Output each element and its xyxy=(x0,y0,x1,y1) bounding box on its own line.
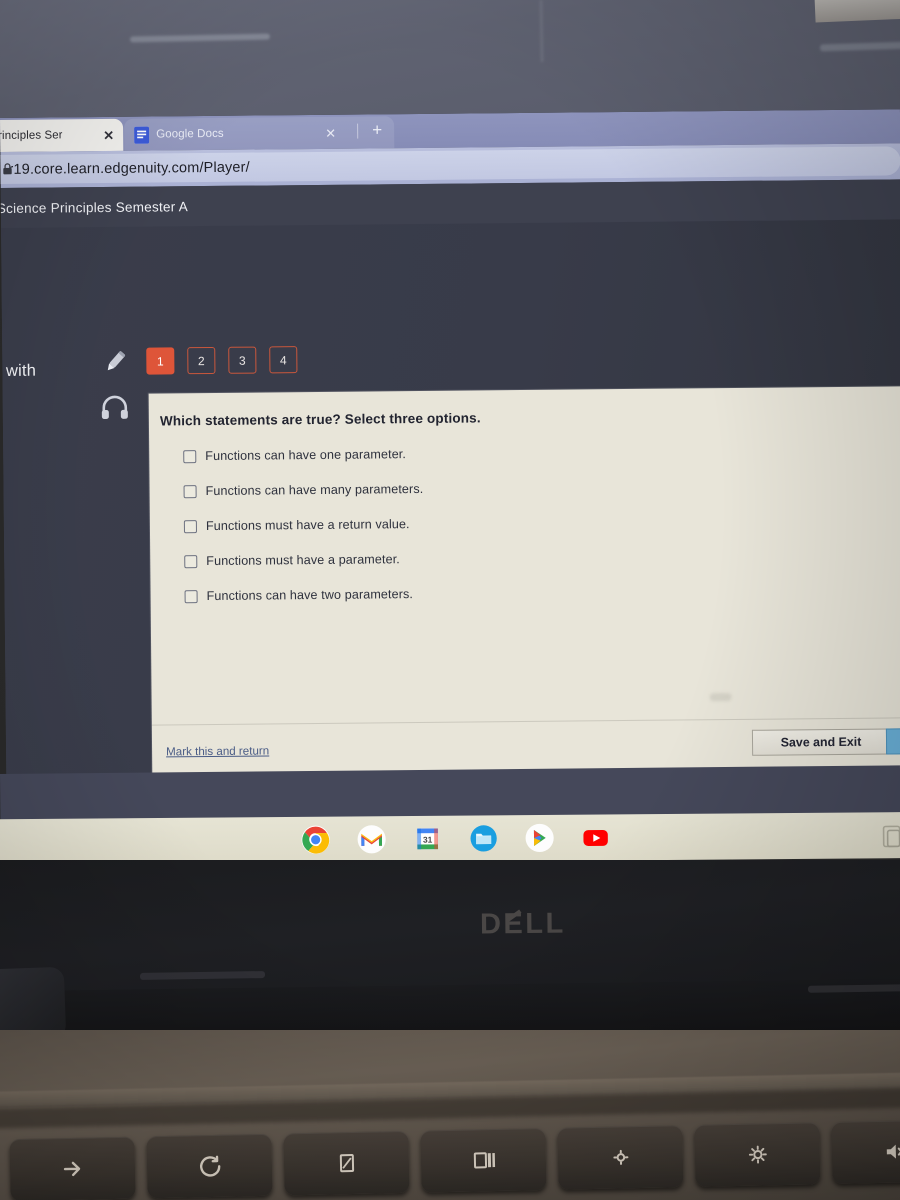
new-tab-button[interactable]: + xyxy=(368,120,386,139)
chrome-icon[interactable] xyxy=(301,825,331,855)
chromeos-shelf: 31 xyxy=(0,811,900,866)
google-play-icon[interactable] xyxy=(525,823,555,853)
answer-option-label: Functions must have a return value. xyxy=(205,517,410,534)
reload-key[interactable] xyxy=(146,1133,273,1199)
forward-key[interactable] xyxy=(9,1136,136,1200)
browser-tab-active[interactable]: nce Principles Ser ✕ xyxy=(0,118,124,153)
fullscreen-key[interactable] xyxy=(283,1130,410,1196)
answer-option-label: Functions can have one parameter. xyxy=(205,447,407,464)
refresh-icon xyxy=(199,1155,220,1177)
brightness-up-icon xyxy=(748,1145,767,1164)
page-title: Science Principles Semester A xyxy=(0,198,189,216)
answer-option[interactable]: Functions can have two parameters. xyxy=(184,578,900,607)
headphones-tool-icon[interactable] xyxy=(101,394,129,420)
tab-separator xyxy=(357,123,359,139)
answer-option-label: Functions can have two parameters. xyxy=(206,587,414,604)
answer-option[interactable]: Functions can have one parameter. xyxy=(183,438,900,467)
chromeos-shelf-area: 31 xyxy=(0,765,900,866)
background-surface xyxy=(0,0,900,121)
address-bar-url: r19.core.learn.edgenuity.com/Player/ xyxy=(8,159,250,178)
google-docs-icon xyxy=(134,126,150,144)
surface-highlight-right xyxy=(819,41,900,52)
gmail-icon[interactable] xyxy=(357,824,387,854)
checkbox-icon[interactable] xyxy=(184,554,198,568)
answer-option[interactable]: Functions must have a parameter. xyxy=(184,543,900,572)
answer-option[interactable]: Functions must have a return value. xyxy=(183,508,900,537)
address-bar[interactable]: r19.core.learn.edgenuity.com/Player/ xyxy=(0,146,900,185)
google-calendar-icon[interactable]: 31 xyxy=(413,824,443,854)
brightness-up-key[interactable] xyxy=(694,1122,821,1187)
browser-tab-google-docs[interactable]: Google Docs ✕ xyxy=(124,116,395,151)
mute-icon xyxy=(886,1144,900,1159)
mark-this-and-return-link[interactable]: Mark this and return xyxy=(166,744,269,758)
laptop-photo: nce Principles Ser ✕ Google Docs ✕ + r19… xyxy=(0,0,900,1200)
overview-key[interactable] xyxy=(420,1127,547,1193)
dell-logo-ll: LL xyxy=(525,907,566,940)
tab-title: nce Principles Ser xyxy=(0,129,63,143)
overview-windows-icon xyxy=(473,1152,495,1169)
close-icon[interactable]: ✕ xyxy=(325,126,336,141)
answer-option-label: Functions can have many parameters. xyxy=(205,481,424,499)
brightness-down-icon xyxy=(612,1149,628,1165)
tab-title: Google Docs xyxy=(156,127,224,141)
checkbox-icon[interactable] xyxy=(184,589,198,603)
lesson-subtitle: de with xyxy=(0,361,37,381)
surface-seam xyxy=(539,0,544,63)
dell-logo-d: D xyxy=(479,908,504,941)
question-panel: Which statements are true? Select three … xyxy=(148,386,900,778)
svg-text:31: 31 xyxy=(423,835,433,845)
checkbox-icon[interactable] xyxy=(183,484,197,498)
answer-option[interactable]: Functions can have many parameters. xyxy=(183,473,900,502)
app-body: de with 1 2 3 4 xyxy=(0,219,900,778)
pencil-tool-icon[interactable] xyxy=(100,346,130,376)
surface-highlight xyxy=(129,33,271,43)
answer-option-label: Functions must have a parameter. xyxy=(206,552,400,569)
answer-options: Functions can have one parameter. Functi… xyxy=(183,438,900,607)
lock-icon xyxy=(3,163,12,175)
youtube-icon[interactable] xyxy=(581,822,611,852)
fullscreen-icon xyxy=(339,1154,354,1173)
question-navigation: 1 2 3 4 xyxy=(146,346,298,375)
dell-logo-e: E xyxy=(503,907,526,941)
laptop-screen: nce Principles Ser ✕ Google Docs ✕ + r19… xyxy=(0,109,900,778)
question-nav-3[interactable]: 3 xyxy=(228,346,257,374)
checkbox-icon[interactable] xyxy=(183,519,197,533)
hinge-vent-right xyxy=(807,984,900,993)
arrow-right-icon xyxy=(63,1161,80,1177)
save-and-exit-button[interactable]: Save and Exit xyxy=(751,728,891,756)
next-button[interactable] xyxy=(885,727,900,755)
checkbox-icon[interactable] xyxy=(183,449,197,463)
partial-app-icon[interactable] xyxy=(881,823,900,849)
question-nav-4[interactable]: 4 xyxy=(269,346,298,374)
brightness-down-key[interactable] xyxy=(557,1125,684,1190)
screen-smudge xyxy=(709,693,732,702)
mute-key[interactable] xyxy=(831,1119,900,1184)
question-prompt: Which statements are true? Select three … xyxy=(159,410,481,429)
files-folder-icon[interactable] xyxy=(469,823,499,853)
close-icon[interactable]: ✕ xyxy=(103,128,114,143)
dell-logo: DELL xyxy=(480,908,566,942)
question-nav-2[interactable]: 2 xyxy=(187,346,216,375)
question-nav-1[interactable]: 1 xyxy=(146,347,175,375)
